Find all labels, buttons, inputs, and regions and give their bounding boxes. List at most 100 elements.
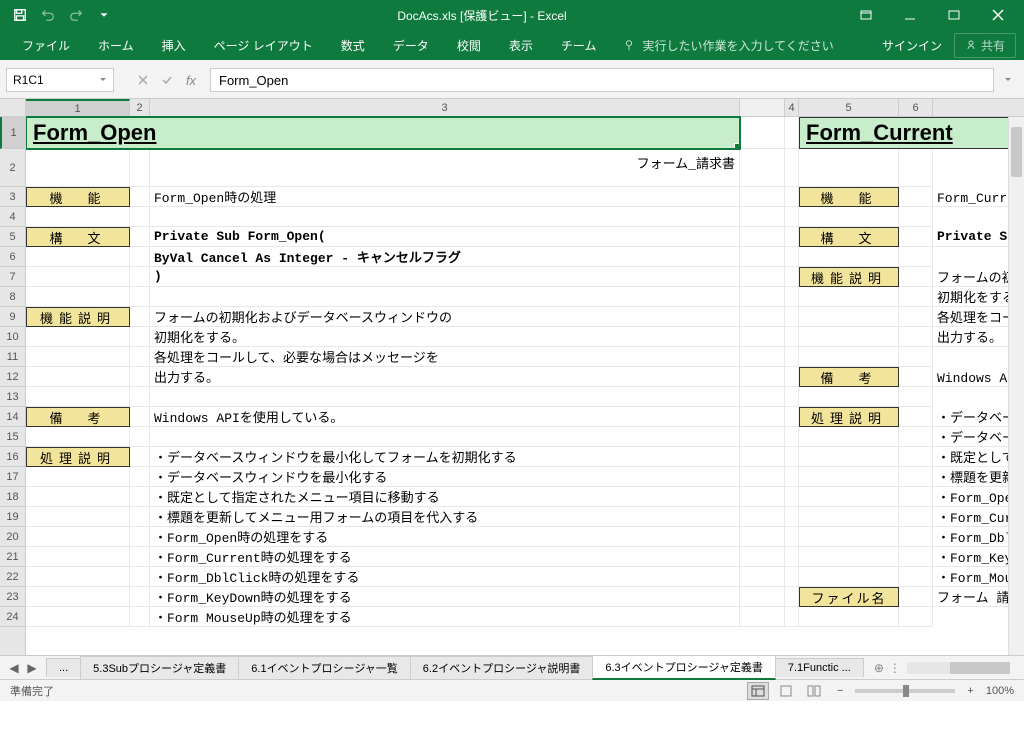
cell[interactable] [130,247,150,267]
cell[interactable] [799,327,899,347]
cell[interactable] [799,149,899,187]
cell[interactable] [740,367,785,387]
row-header[interactable]: 1 [0,117,25,149]
cell[interactable] [740,267,785,287]
cell[interactable]: 各処理をコールして、必要な場合はメッセージを [150,347,740,367]
cell[interactable] [899,267,933,287]
cell[interactable] [899,427,933,447]
cell[interactable] [799,547,899,567]
cell[interactable] [785,427,799,447]
undo-icon[interactable] [36,3,60,27]
cell[interactable] [785,567,799,587]
cell[interactable] [785,227,799,247]
cell[interactable] [26,507,130,527]
cell[interactable] [740,447,785,467]
tab-page-layout[interactable]: ページ レイアウト [200,31,327,60]
cell[interactable] [799,607,899,627]
view-normal-icon[interactable] [747,682,769,700]
row-header[interactable]: 10 [0,327,25,347]
zoom-value[interactable]: 100% [986,685,1014,697]
cell[interactable] [899,587,933,607]
cell[interactable] [26,487,130,507]
cell[interactable] [899,447,933,467]
cell[interactable] [740,117,785,149]
cell[interactable] [899,487,933,507]
cell[interactable] [799,307,899,327]
row-header[interactable]: 8 [0,287,25,307]
cell[interactable] [26,207,130,227]
cell-subtitle[interactable]: フォーム_請求書 [150,149,740,187]
column-header[interactable]: 4 [785,99,799,116]
formula-input[interactable]: Form_Open [210,68,994,92]
cell[interactable] [899,187,933,207]
label-koubun-r[interactable]: 構 文 [799,227,899,247]
cell[interactable] [785,267,799,287]
row-header[interactable]: 16 [0,447,25,467]
cell[interactable] [130,547,150,567]
label-kinou[interactable]: 機 能 [26,187,130,207]
cell[interactable] [26,387,130,407]
cell[interactable]: 初期化をする。 [150,327,740,347]
cell[interactable] [899,307,933,327]
horizontal-scrollbar[interactable] [907,662,1010,674]
cell[interactable] [899,327,933,347]
cell[interactable] [899,547,933,567]
cell[interactable] [740,307,785,327]
sheet-tab[interactable]: 6.2イベントプロシージャ説明書 [410,656,594,679]
cell[interactable] [740,467,785,487]
cell[interactable] [130,527,150,547]
cell[interactable]: ・Form_DblClick時の処理をする [150,567,740,587]
cell[interactable] [130,307,150,327]
label-setsumei[interactable]: 機能説明 [26,307,130,327]
scroll-thumb[interactable] [950,662,1010,674]
cell[interactable]: ByVal Cancel As Integer - キャンセルフラグ [150,247,740,267]
column-header[interactable]: 6 [899,99,933,116]
cell[interactable] [899,527,933,547]
row-header[interactable]: 2 [0,149,25,187]
redo-icon[interactable] [64,3,88,27]
cell[interactable] [785,487,799,507]
maximize-icon[interactable] [936,3,972,27]
cell[interactable] [130,427,150,447]
ribbon-display-icon[interactable] [848,3,884,27]
cell[interactable] [740,227,785,247]
save-icon[interactable] [8,3,32,27]
cell[interactable] [899,367,933,387]
cell[interactable] [785,607,799,627]
cell[interactable] [785,587,799,607]
cell[interactable] [899,467,933,487]
cell[interactable] [130,149,150,187]
tab-view[interactable]: 表示 [495,31,547,60]
confirm-formula-icon[interactable] [156,69,178,91]
expand-formula-bar-icon[interactable] [998,75,1018,85]
cell[interactable] [130,567,150,587]
cell[interactable] [26,347,130,367]
cell[interactable] [799,527,899,547]
cell[interactable] [150,387,740,407]
cell[interactable] [899,247,933,267]
scroll-thumb[interactable] [1011,127,1022,177]
cell[interactable] [799,467,899,487]
cell[interactable] [799,287,899,307]
cell[interactable] [740,607,785,627]
tab-insert[interactable]: 挿入 [148,31,200,60]
share-button[interactable]: 共有 [954,33,1016,58]
row-header[interactable]: 3 [0,187,25,207]
cell[interactable] [899,607,933,627]
cell[interactable] [899,207,933,227]
column-header[interactable] [740,99,785,116]
cell-title-left[interactable]: Form_Open [26,117,740,149]
cell[interactable] [740,149,785,187]
cell[interactable] [899,347,933,367]
sheet-tab[interactable]: 7.1Functic ... [775,658,864,677]
sheet-tab[interactable]: 6.1イベントプロシージャ一覧 [238,656,411,679]
cell[interactable]: Windows APIを使用している。 [150,407,740,427]
row-header[interactable]: 23 [0,587,25,607]
row-header[interactable]: 15 [0,427,25,447]
cell[interactable] [785,387,799,407]
cell[interactable] [26,567,130,587]
cell[interactable] [740,427,785,447]
cell[interactable] [740,567,785,587]
label-file-r[interactable]: ファイル名 [799,587,899,607]
column-header[interactable]: 1 [26,99,130,116]
